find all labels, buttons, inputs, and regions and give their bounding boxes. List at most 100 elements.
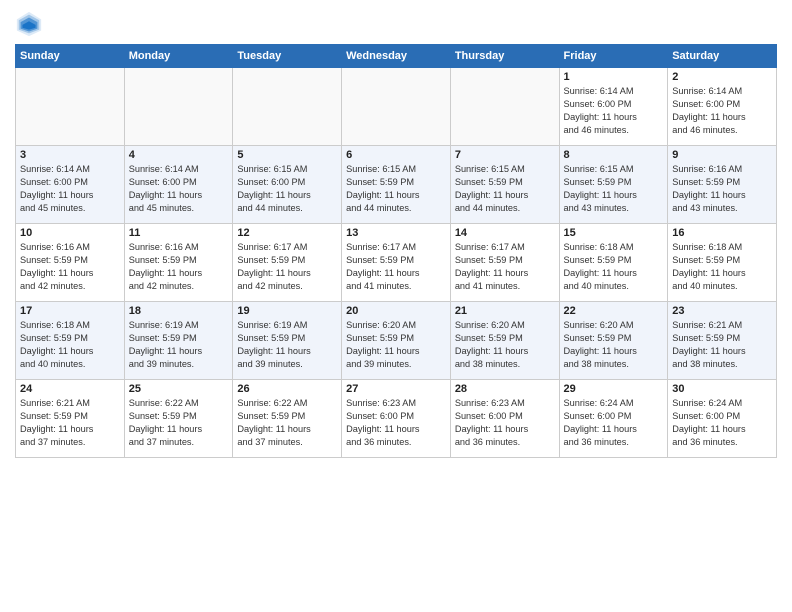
calendar-cell: 18 Sunrise: 6:19 AMSunset: 5:59 PMDayligh… <box>124 302 233 380</box>
calendar-cell <box>233 68 342 146</box>
day-info: Sunrise: 6:18 AMSunset: 5:59 PMDaylight:… <box>564 241 664 293</box>
day-number: 20 <box>346 305 446 317</box>
page: SundayMondayTuesdayWednesdayThursdayFrid… <box>0 0 792 612</box>
day-info: Sunrise: 6:20 AMSunset: 5:59 PMDaylight:… <box>564 319 664 371</box>
day-info: Sunrise: 6:18 AMSunset: 5:59 PMDaylight:… <box>20 319 120 371</box>
calendar-cell: 4 Sunrise: 6:14 AMSunset: 6:00 PMDaylight… <box>124 146 233 224</box>
calendar-cell: 11 Sunrise: 6:16 AMSunset: 5:59 PMDayligh… <box>124 224 233 302</box>
day-number: 9 <box>672 149 772 161</box>
day-number: 1 <box>564 71 664 83</box>
day-number: 15 <box>564 227 664 239</box>
calendar-cell: 9 Sunrise: 6:16 AMSunset: 5:59 PMDaylight… <box>668 146 777 224</box>
day-info: Sunrise: 6:19 AMSunset: 5:59 PMDaylight:… <box>237 319 337 371</box>
day-info: Sunrise: 6:15 AMSunset: 5:59 PMDaylight:… <box>455 163 555 215</box>
day-info: Sunrise: 6:20 AMSunset: 5:59 PMDaylight:… <box>346 319 446 371</box>
calendar-cell: 5 Sunrise: 6:15 AMSunset: 6:00 PMDaylight… <box>233 146 342 224</box>
day-number: 16 <box>672 227 772 239</box>
calendar: SundayMondayTuesdayWednesdayThursdayFrid… <box>15 44 777 458</box>
weekday-header-thursday: Thursday <box>450 45 559 68</box>
day-number: 4 <box>129 149 229 161</box>
calendar-cell: 2Sunrise: 6:14 AMSunset: 6:00 PMDaylight… <box>668 68 777 146</box>
calendar-cell: 3 Sunrise: 6:14 AMSunset: 6:00 PMDaylight… <box>16 146 125 224</box>
calendar-cell: 10 Sunrise: 6:16 AMSunset: 5:59 PMDayligh… <box>16 224 125 302</box>
calendar-cell: 14 Sunrise: 6:17 AMSunset: 5:59 PMDayligh… <box>450 224 559 302</box>
header-area <box>15 10 777 38</box>
day-info: Sunrise: 6:16 AMSunset: 5:59 PMDaylight:… <box>20 241 120 293</box>
calendar-cell: 13Sunrise: 6:17 AMSunset: 5:59 PMDayligh… <box>342 224 451 302</box>
calendar-cell: 6Sunrise: 6:15 AMSunset: 5:59 PMDaylight… <box>342 146 451 224</box>
day-info: Sunrise: 6:23 AMSunset: 6:00 PMDaylight:… <box>455 397 555 449</box>
day-info: Sunrise: 6:15 AMSunset: 5:59 PMDaylight:… <box>346 163 446 215</box>
day-info: Sunrise: 6:20 AMSunset: 5:59 PMDaylight:… <box>455 319 555 371</box>
day-info: Sunrise: 6:16 AMSunset: 5:59 PMDaylight:… <box>672 163 772 215</box>
day-info: Sunrise: 6:23 AMSunset: 6:00 PMDaylight:… <box>346 397 446 449</box>
day-number: 11 <box>129 227 229 239</box>
day-info: Sunrise: 6:22 AMSunset: 5:59 PMDaylight:… <box>237 397 337 449</box>
calendar-cell: 7Sunrise: 6:15 AMSunset: 5:59 PMDaylight… <box>450 146 559 224</box>
day-info: Sunrise: 6:14 AMSunset: 6:00 PMDaylight:… <box>564 85 664 137</box>
calendar-cell: 26 Sunrise: 6:22 AMSunset: 5:59 PMDayligh… <box>233 380 342 458</box>
day-info: Sunrise: 6:14 AMSunset: 6:00 PMDaylight:… <box>129 163 229 215</box>
day-number: 17 <box>20 305 120 317</box>
weekday-header-monday: Monday <box>124 45 233 68</box>
day-number: 23 <box>672 305 772 317</box>
calendar-cell: 28 Sunrise: 6:23 AMSunset: 6:00 PMDayligh… <box>450 380 559 458</box>
calendar-week-1: 1 Sunrise: 6:14 AMSunset: 6:00 PMDaylight… <box>16 68 777 146</box>
day-number: 28 <box>455 383 555 395</box>
day-info: Sunrise: 6:24 AMSunset: 6:00 PMDaylight:… <box>672 397 772 449</box>
logo <box>15 10 47 38</box>
day-number: 3 <box>20 149 120 161</box>
day-number: 30 <box>672 383 772 395</box>
day-info: Sunrise: 6:16 AMSunset: 5:59 PMDaylight:… <box>129 241 229 293</box>
calendar-cell: 16 Sunrise: 6:18 AMSunset: 5:59 PMDayligh… <box>668 224 777 302</box>
calendar-cell: 12 Sunrise: 6:17 AMSunset: 5:59 PMDayligh… <box>233 224 342 302</box>
calendar-cell: 17 Sunrise: 6:18 AMSunset: 5:59 PMDayligh… <box>16 302 125 380</box>
day-number: 10 <box>20 227 120 239</box>
calendar-cell: 23 Sunrise: 6:21 AMSunset: 5:59 PMDayligh… <box>668 302 777 380</box>
day-number: 19 <box>237 305 337 317</box>
day-info: Sunrise: 6:14 AMSunset: 6:00 PMDaylight:… <box>20 163 120 215</box>
weekday-header-friday: Friday <box>559 45 668 68</box>
calendar-cell: 27 Sunrise: 6:23 AMSunset: 6:00 PMDayligh… <box>342 380 451 458</box>
day-number: 26 <box>237 383 337 395</box>
calendar-cell: 21 Sunrise: 6:20 AMSunset: 5:59 PMDayligh… <box>450 302 559 380</box>
weekday-header-wednesday: Wednesday <box>342 45 451 68</box>
calendar-cell: 15 Sunrise: 6:18 AMSunset: 5:59 PMDayligh… <box>559 224 668 302</box>
day-info: Sunrise: 6:18 AMSunset: 5:59 PMDaylight:… <box>672 241 772 293</box>
day-number: 12 <box>237 227 337 239</box>
day-number: 21 <box>455 305 555 317</box>
calendar-cell: 22Sunrise: 6:20 AMSunset: 5:59 PMDayligh… <box>559 302 668 380</box>
calendar-cell: 19 Sunrise: 6:19 AMSunset: 5:59 PMDayligh… <box>233 302 342 380</box>
weekday-header-tuesday: Tuesday <box>233 45 342 68</box>
day-info: Sunrise: 6:22 AMSunset: 5:59 PMDaylight:… <box>129 397 229 449</box>
day-info: Sunrise: 6:17 AMSunset: 5:59 PMDaylight:… <box>237 241 337 293</box>
day-number: 25 <box>129 383 229 395</box>
day-info: Sunrise: 6:17 AMSunset: 5:59 PMDaylight:… <box>455 241 555 293</box>
calendar-cell: 20 Sunrise: 6:20 AMSunset: 5:59 PMDayligh… <box>342 302 451 380</box>
day-number: 2 <box>672 71 772 83</box>
day-info: Sunrise: 6:15 AMSunset: 5:59 PMDaylight:… <box>564 163 664 215</box>
calendar-cell <box>124 68 233 146</box>
day-number: 24 <box>20 383 120 395</box>
calendar-cell: 8Sunrise: 6:15 AMSunset: 5:59 PMDaylight… <box>559 146 668 224</box>
weekday-header-sunday: Sunday <box>16 45 125 68</box>
calendar-cell <box>16 68 125 146</box>
day-number: 27 <box>346 383 446 395</box>
calendar-cell <box>342 68 451 146</box>
calendar-week-3: 10 Sunrise: 6:16 AMSunset: 5:59 PMDayligh… <box>16 224 777 302</box>
weekday-header-saturday: Saturday <box>668 45 777 68</box>
calendar-cell: 30 Sunrise: 6:24 AMSunset: 6:00 PMDayligh… <box>668 380 777 458</box>
calendar-cell <box>450 68 559 146</box>
day-number: 13 <box>346 227 446 239</box>
day-number: 18 <box>129 305 229 317</box>
day-info: Sunrise: 6:15 AMSunset: 6:00 PMDaylight:… <box>237 163 337 215</box>
day-info: Sunrise: 6:21 AMSunset: 5:59 PMDaylight:… <box>672 319 772 371</box>
logo-icon <box>15 10 43 38</box>
calendar-week-4: 17 Sunrise: 6:18 AMSunset: 5:59 PMDayligh… <box>16 302 777 380</box>
day-number: 14 <box>455 227 555 239</box>
calendar-week-5: 24Sunrise: 6:21 AMSunset: 5:59 PMDayligh… <box>16 380 777 458</box>
calendar-cell: 1 Sunrise: 6:14 AMSunset: 6:00 PMDaylight… <box>559 68 668 146</box>
day-info: Sunrise: 6:19 AMSunset: 5:59 PMDaylight:… <box>129 319 229 371</box>
day-number: 5 <box>237 149 337 161</box>
calendar-cell: 24Sunrise: 6:21 AMSunset: 5:59 PMDayligh… <box>16 380 125 458</box>
